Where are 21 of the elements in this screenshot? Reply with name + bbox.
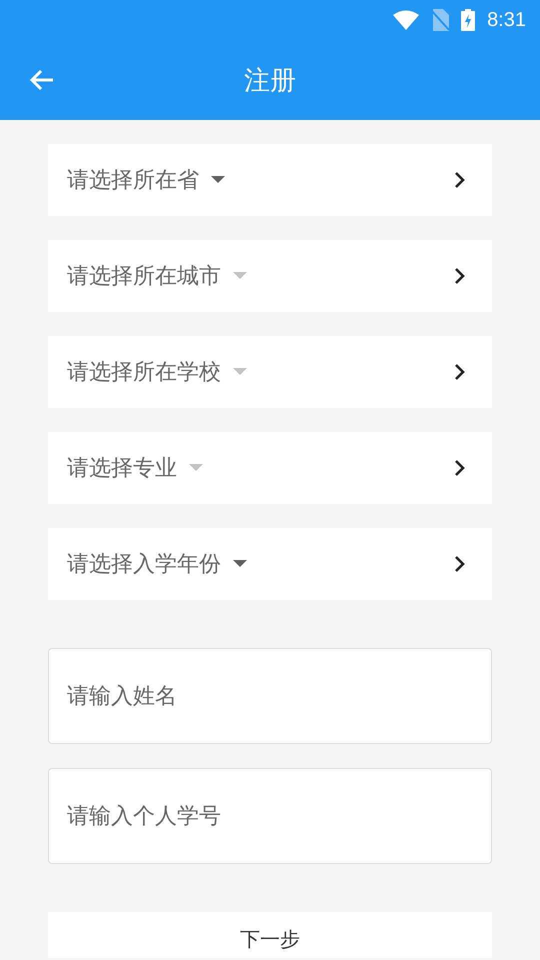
- battery-icon: [461, 9, 476, 31]
- selector-label: 请选择专业: [67, 455, 177, 483]
- chevron-right-icon: [454, 267, 466, 285]
- page-title: 注册: [244, 64, 296, 98]
- input-field[interactable]: 请输入个人学号: [48, 768, 492, 864]
- wifi-icon: [393, 10, 420, 30]
- selector-label: 请选择所在学校: [67, 359, 221, 387]
- next-button[interactable]: 下一步: [48, 912, 492, 958]
- chevron-right-icon: [454, 555, 466, 573]
- selector-label: 请选择入学年份: [67, 551, 221, 579]
- status-time: 8:31: [487, 8, 526, 32]
- input-field[interactable]: 请输入姓名: [48, 648, 492, 744]
- no-sim-icon: [431, 9, 450, 31]
- selector-label: 请选择所在城市: [67, 263, 221, 291]
- selector-row[interactable]: 请选择所在省: [48, 144, 492, 216]
- chevron-right-icon: [454, 171, 466, 189]
- chevron-right-icon: [454, 363, 466, 381]
- chevron-right-icon: [454, 459, 466, 477]
- selector-row[interactable]: 请选择入学年份: [48, 528, 492, 600]
- back-arrow-icon[interactable]: [29, 69, 55, 91]
- selector-label: 请选择所在省: [67, 167, 199, 195]
